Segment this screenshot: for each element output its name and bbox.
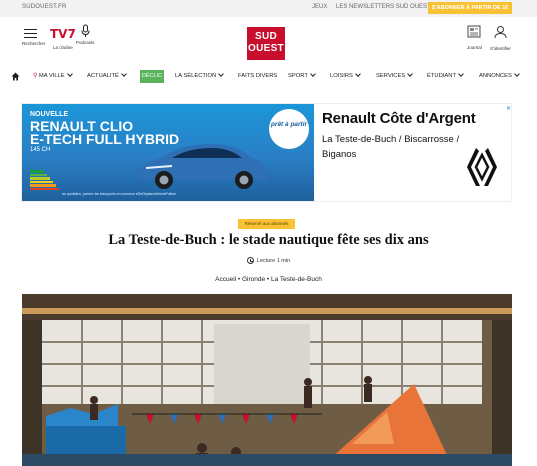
- menu-label: Rechercher: [22, 40, 46, 46]
- podcast-label: Podcasts: [76, 40, 95, 45]
- article-title: La Teste-de-Buch : le stade nautique fêt…: [108, 232, 429, 248]
- login-button[interactable]: S'identifier: [490, 25, 511, 51]
- subscribe-button[interactable]: S'ABONNER À PARTIR DE 1€: [428, 2, 512, 14]
- article-photo: [22, 294, 512, 466]
- tv7-label: La chaîne: [53, 45, 73, 50]
- nav-label: ÉTUDIANT: [427, 73, 456, 79]
- ad-title: Renault Côte d'Argent: [322, 110, 476, 127]
- chevron-down-icon: [458, 71, 464, 77]
- nav-item-etudiant[interactable]: ÉTUDIANT: [427, 71, 464, 79]
- subscriber-badge: Réservé aux abonnés: [238, 219, 295, 229]
- podcast-button[interactable]: Podcasts: [76, 24, 95, 45]
- user-icon: [494, 26, 507, 39]
- clock-icon: [246, 257, 254, 264]
- newspaper-icon: [467, 25, 481, 38]
- chevron-down-icon: [218, 71, 225, 77]
- nav-label: LOISIRS: [330, 73, 353, 79]
- reading-time-text: Lecture 1 min: [256, 257, 291, 264]
- nav-item-services[interactable]: SERVICES: [376, 71, 414, 79]
- ad-line-4: 145 CH: [30, 147, 51, 153]
- ad-subtitle-2: Biganos: [322, 149, 357, 160]
- nav-item-loisirs[interactable]: LOISIRS: [330, 71, 361, 79]
- login-label: S'identifier: [490, 46, 511, 51]
- chevron-down-icon: [66, 71, 73, 77]
- nav-label: SPORT: [288, 73, 308, 79]
- ad-banner[interactable]: NOUVELLE RENAULT CLIO E-TECH FULL HYBRID…: [21, 103, 512, 202]
- nav-label: SERVICES: [376, 73, 406, 79]
- ad-text-panel: Renault Côte d'Argent La Teste-de-Buch /…: [314, 104, 511, 201]
- breadcrumb[interactable]: Accueil • Gironde • La Teste-de-Buch: [0, 276, 537, 283]
- ad-legal-text: au quotidien, prenez les transports en c…: [62, 192, 177, 196]
- logo-line-1: SUD: [254, 31, 277, 42]
- sud-ouest-logo[interactable]: SUD OUEST: [247, 27, 285, 60]
- games-link[interactable]: JEUX: [312, 4, 327, 10]
- nav-item-sport[interactable]: SPORT: [288, 71, 316, 79]
- tv7-logo: TV7: [50, 27, 76, 41]
- tv7-button[interactable]: TV7 La chaîne: [50, 25, 76, 50]
- chevron-down-icon: [310, 71, 316, 77]
- chevron-down-icon: [514, 71, 520, 77]
- renault-logo-icon: [467, 148, 497, 186]
- journal-label: Journal: [467, 45, 482, 50]
- nav-label: LA SÉLECTION: [175, 73, 217, 79]
- top-bar: SUDOUEST.FR JEUX LES NEWSLETTERS SUD OUE…: [0, 0, 537, 17]
- nav-item-declic[interactable]: DÉCLIC: [140, 70, 164, 83]
- ad-line-1: NOUVELLE: [30, 111, 69, 118]
- site-link[interactable]: SUDOUEST.FR: [22, 4, 67, 10]
- microphone-icon: [81, 24, 90, 37]
- chevron-down-icon: [121, 71, 127, 77]
- nav-label: ANNONCES: [479, 73, 512, 79]
- nav-item-ma-ville[interactable]: ⚲ MA VILLE: [33, 71, 73, 79]
- main-nav: ⚲ MA VILLE ACTUALITÉ DÉCLIC LA SÉLECTION…: [0, 68, 537, 88]
- nav-label: MA VILLE: [38, 73, 65, 79]
- location-pin-icon: ⚲: [33, 73, 38, 79]
- energy-label-icon: [30, 170, 60, 191]
- top-links: JEUX LES NEWSLETTERS SUD OUEST: [312, 4, 438, 10]
- close-ad-icon[interactable]: ✕: [506, 105, 511, 112]
- nav-label: ACTUALITÉ: [87, 73, 119, 79]
- newsletters-link[interactable]: LES NEWSLETTERS SUD OUEST: [336, 4, 431, 10]
- chevron-down-icon: [407, 71, 414, 77]
- nav-item-actualite[interactable]: ACTUALITÉ: [87, 71, 127, 79]
- reading-time: Lecture 1 min: [0, 257, 537, 264]
- logo-line-2: OUEST: [248, 43, 284, 54]
- nav-item-annonces[interactable]: ANNONCES: [479, 71, 520, 79]
- car-image: [138, 144, 268, 189]
- header: Rechercher TV7 La chaîne Podcasts SUD OU…: [0, 17, 537, 65]
- ad-badge: prêt à partir: [269, 109, 309, 149]
- nav-item-faits-divers[interactable]: FAITS DIVERS: [238, 73, 277, 79]
- chevron-down-icon: [355, 71, 361, 77]
- nav-item-selection[interactable]: LA SÉLECTION: [175, 71, 225, 79]
- home-icon[interactable]: [11, 72, 20, 81]
- ad-subtitle-1: La Teste-de-Buch / Biscarrosse /: [322, 134, 460, 145]
- journal-button[interactable]: Journal: [467, 25, 482, 50]
- swimming-pool-image: [22, 294, 512, 466]
- menu-button[interactable]: Rechercher: [22, 26, 46, 46]
- hamburger-icon: [22, 28, 38, 38]
- ad-visual: NOUVELLE RENAULT CLIO E-TECH FULL HYBRID…: [22, 104, 314, 201]
